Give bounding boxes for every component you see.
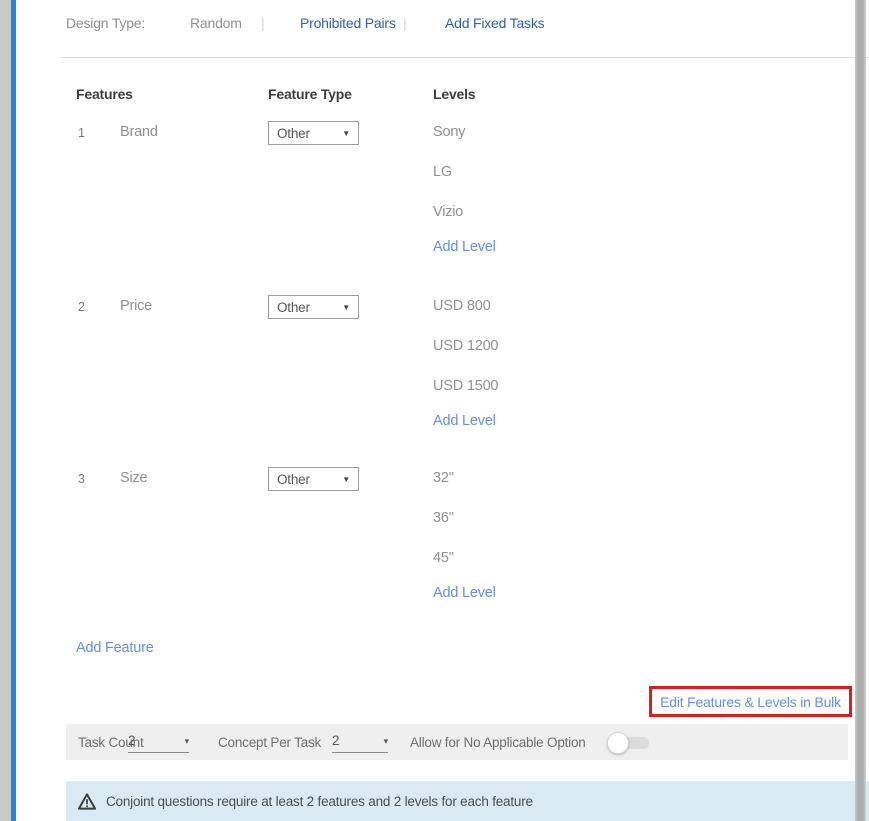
dropdown-caret-icon: ▼ xyxy=(342,303,350,312)
concept-per-task-label: Concept Per Task xyxy=(218,735,321,750)
section-divider xyxy=(60,57,869,58)
edit-features-levels-bulk-link[interactable]: Edit Features & Levels in Bulk xyxy=(660,694,841,710)
task-count-dropdown[interactable]: 2 ▾ xyxy=(128,733,189,753)
no-applicable-option-label: Allow for No Applicable Option xyxy=(410,735,586,750)
level-value: USD 1200 xyxy=(433,338,498,354)
feature-type-selected-value: Other xyxy=(277,126,310,141)
level-value: USD 800 xyxy=(433,298,490,314)
design-type-option-random[interactable]: Random xyxy=(190,15,242,31)
dropdown-caret-icon: ▼ xyxy=(342,129,350,138)
design-type-option-prohibited-pairs[interactable]: Prohibited Pairs xyxy=(300,15,396,31)
feature-name: Brand xyxy=(120,124,158,140)
concept-per-task-value: 2 xyxy=(332,733,339,748)
level-value: 45" xyxy=(433,550,454,566)
feature-type-dropdown[interactable]: Other ▼ xyxy=(268,121,359,145)
level-value: Sony xyxy=(433,124,465,140)
feature-type-selected-value: Other xyxy=(277,472,310,487)
add-feature-link[interactable]: Add Feature xyxy=(76,640,154,656)
dropdown-caret-icon: ▼ xyxy=(342,475,350,484)
separator: | xyxy=(403,15,406,31)
dropdown-caret-icon: ▾ xyxy=(384,733,388,747)
level-value: 36" xyxy=(433,510,454,526)
concept-per-task-dropdown[interactable]: 2 ▾ xyxy=(332,733,388,753)
add-level-link[interactable]: Add Level xyxy=(433,413,496,429)
design-type-label: Design Type: xyxy=(66,15,145,31)
warning-triangle-icon xyxy=(78,793,96,810)
feature-index: 1 xyxy=(78,126,85,140)
level-value: Vizio xyxy=(433,204,463,220)
task-count-value: 2 xyxy=(128,733,135,748)
toggle-knob xyxy=(607,732,629,754)
red-highlight-annotation: Edit Features & Levels in Bulk xyxy=(649,686,852,717)
add-level-link[interactable]: Add Level xyxy=(433,239,496,255)
conjoint-setup-panel: Design Type: Random | Prohibited Pairs |… xyxy=(0,0,869,821)
warning-text: Conjoint questions require at least 2 fe… xyxy=(106,794,533,809)
level-value: USD 1500 xyxy=(433,378,498,394)
column-header-feature-type: Feature Type xyxy=(268,86,352,102)
feature-name: Size xyxy=(120,470,147,486)
feature-name: Price xyxy=(120,298,152,314)
task-settings-bar: Task Count 2 ▾ Concept Per Task 2 ▾ Allo… xyxy=(66,724,848,760)
design-type-option-add-fixed-tasks[interactable]: Add Fixed Tasks xyxy=(445,15,544,31)
warning-banner: Conjoint questions require at least 2 fe… xyxy=(66,781,869,821)
level-value: 32" xyxy=(433,470,454,486)
add-level-link[interactable]: Add Level xyxy=(433,585,496,601)
active-question-accent-bar xyxy=(11,0,16,821)
column-header-levels: Levels xyxy=(433,86,475,102)
no-applicable-option-toggle[interactable] xyxy=(618,737,649,749)
feature-index: 3 xyxy=(78,472,85,486)
feature-index: 2 xyxy=(78,300,85,314)
feature-type-dropdown[interactable]: Other ▼ xyxy=(268,295,359,319)
feature-type-selected-value: Other xyxy=(277,300,310,315)
page-left-gutter xyxy=(0,0,11,821)
level-value: LG xyxy=(433,164,452,180)
column-header-features: Features xyxy=(76,86,133,102)
vertical-scrollbar[interactable] xyxy=(855,0,866,821)
separator: | xyxy=(261,15,264,31)
dropdown-caret-icon: ▾ xyxy=(185,733,189,747)
feature-type-dropdown[interactable]: Other ▼ xyxy=(268,467,359,491)
